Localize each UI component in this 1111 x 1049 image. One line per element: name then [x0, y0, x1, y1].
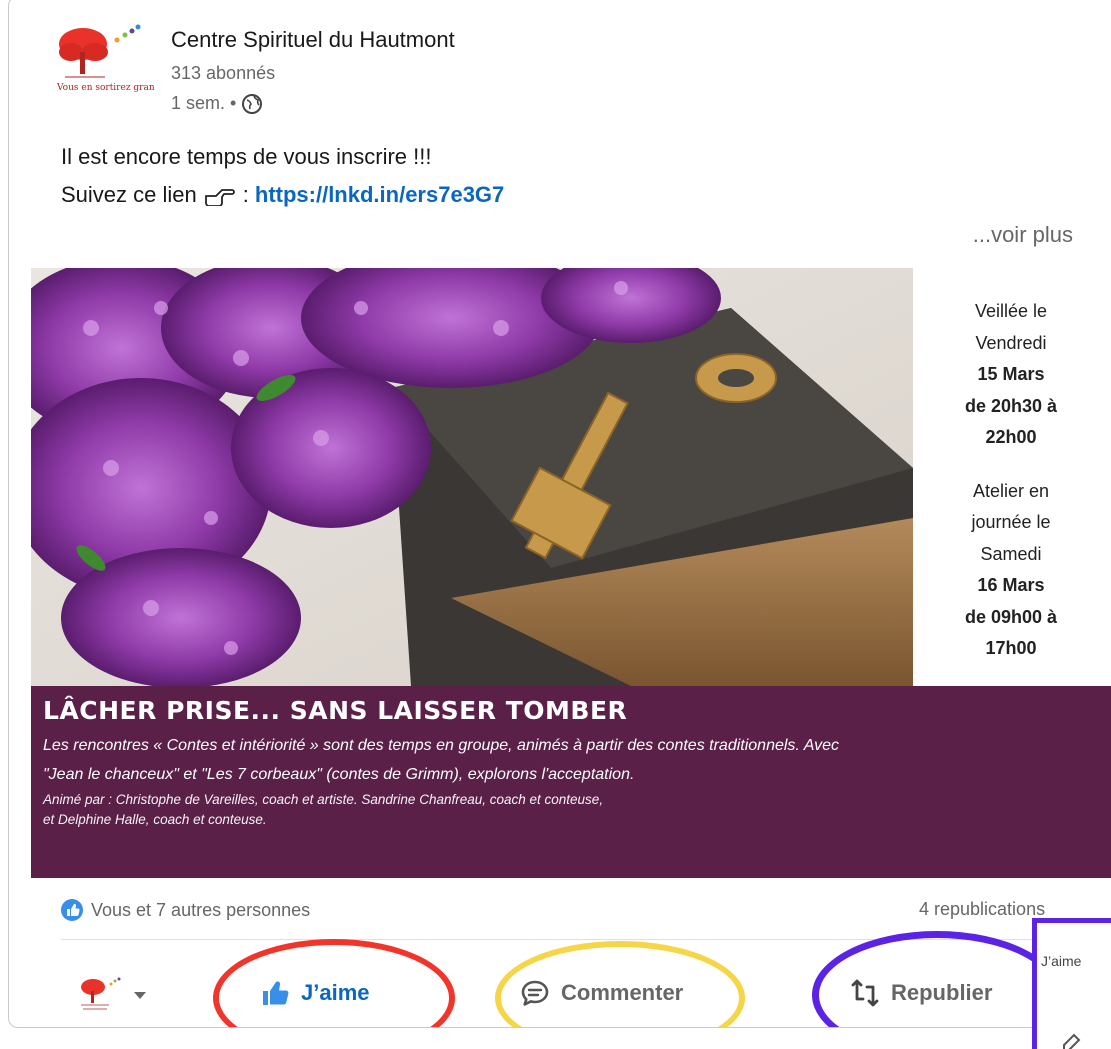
- schedule-line: 16 Mars: [936, 570, 1086, 602]
- schedule-time: de 20h30 à: [964, 395, 1058, 416]
- globe-icon: [242, 93, 263, 114]
- banner-description: Les rencontres « Contes et intériorité »…: [43, 737, 839, 783]
- annotation-circle-comment: [495, 941, 745, 1027]
- event-banner: LÂCHER PRISE... SANS LAISSER TOMBER Les …: [31, 686, 1111, 878]
- edit-icon: [1063, 1033, 1081, 1049]
- repost-count[interactable]: 4 republications: [919, 899, 1045, 920]
- schedule-line: Veillée le: [974, 301, 1048, 321]
- lilac-and-key-photo: [31, 268, 913, 686]
- schedule-line: Samedi: [980, 543, 1042, 564]
- schedule-time: de 09h00 à: [964, 606, 1058, 627]
- schedule-date: 16 Mars: [977, 575, 1045, 595]
- company-logo[interactable]: Vous en sortirez grandi.: [55, 22, 155, 112]
- schedule-gap: [936, 454, 1086, 476]
- schedule-line: 22h00: [936, 422, 1086, 454]
- reaction-text[interactable]: Vous et 7 autres personnes: [91, 900, 310, 921]
- actor-switcher[interactable]: [79, 975, 147, 1015]
- popup-like-label[interactable]: J’aime: [1041, 953, 1081, 969]
- banner-credit-line1: Animé par : Christophe de Vareilles, coa…: [43, 792, 604, 807]
- event-schedule: Veillée le Vendredi 15 Mars de 20h30 à 2…: [936, 296, 1086, 665]
- post-card: Vous en sortirez grandi. Centre Spiritue…: [8, 0, 1111, 1028]
- schedule-line: 15 Mars: [936, 359, 1086, 391]
- reaction-summary[interactable]: Vous et 7 autres personnes: [61, 899, 310, 921]
- annotation-circle-like: [213, 939, 455, 1027]
- post-link[interactable]: https://lnkd.in/ers7e3G7: [255, 182, 504, 208]
- post-text-line2: Suivez ce lien : https://lnkd.in/ers7e3G…: [61, 182, 504, 208]
- follower-count: 313 abonnés: [171, 63, 276, 83]
- post-time: 1 sem. •: [171, 93, 237, 113]
- schedule-date: 15 Mars: [977, 364, 1045, 384]
- pointing-hand-icon: [204, 189, 235, 206]
- reaction-popup[interactable]: J’aime: [1032, 918, 1111, 1049]
- logo-tagline: Vous en sortirez grandi.: [56, 83, 155, 93]
- schedule-line: 17h00: [936, 633, 1086, 665]
- schedule-line: Atelier en: [972, 480, 1050, 501]
- schedule-line: de 20h30 à: [936, 391, 1086, 423]
- schedule-line: Vendredi: [975, 332, 1047, 353]
- chevron-down-icon: [134, 992, 146, 999]
- actor-logo-icon: [81, 977, 121, 1010]
- schedule-time: 17h00: [985, 638, 1037, 658]
- link-intro: Suivez ce lien: [61, 182, 197, 207]
- post-meta: 1 sem. •: [171, 93, 263, 114]
- like-reaction-icon: [61, 899, 83, 921]
- author-name[interactable]: Centre Spirituel du Hautmont: [171, 27, 455, 53]
- schedule-line: de 09h00 à: [936, 602, 1086, 634]
- post-image[interactable]: Veillée le Vendredi 15 Mars de 20h30 à 2…: [31, 268, 1111, 878]
- schedule-time: 22h00: [985, 427, 1037, 447]
- schedule-line: journée le: [971, 512, 1051, 532]
- banner-credit-line2: et Delphine Halle, coach et conteuse.: [43, 812, 267, 827]
- annotation-circle-repost: [812, 931, 1062, 1027]
- link-colon: :: [242, 182, 249, 207]
- see-more-link[interactable]: ...voir plus: [973, 222, 1073, 248]
- banner-title: LÂCHER PRISE... SANS LAISSER TOMBER: [43, 696, 628, 725]
- post-text-line1: Il est encore temps de vous inscrire !!!: [61, 144, 432, 169]
